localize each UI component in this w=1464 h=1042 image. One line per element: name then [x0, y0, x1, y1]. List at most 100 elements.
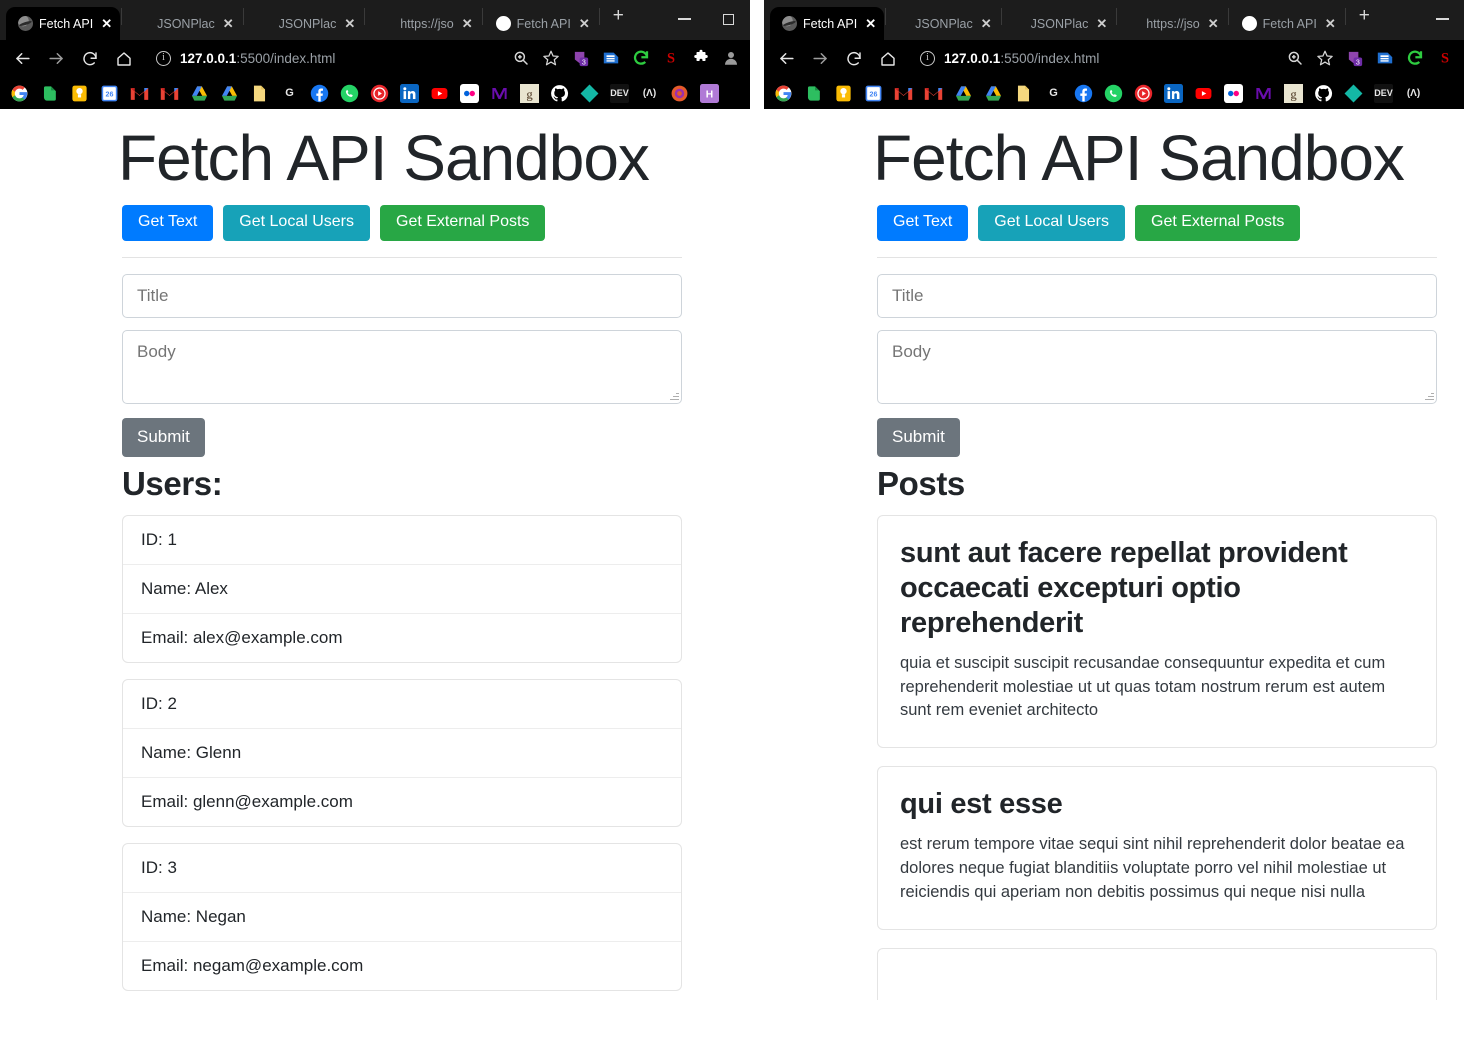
gmail-alt-icon[interactable]: [160, 84, 179, 103]
linkedin-icon[interactable]: [400, 83, 419, 103]
docs-icon[interactable]: [250, 84, 269, 103]
flickr-icon[interactable]: [1224, 83, 1243, 103]
evernote-clipper-icon[interactable]: [602, 49, 622, 69]
goodreads-icon[interactable]: g: [1284, 83, 1303, 103]
forward-arrow-icon[interactable]: [40, 43, 72, 75]
medium-icon[interactable]: [1254, 83, 1273, 103]
g-icon[interactable]: G: [1044, 84, 1063, 103]
reload-icon[interactable]: [74, 43, 106, 75]
back-arrow-icon[interactable]: [770, 43, 802, 75]
evernote-clipper-icon[interactable]: [1376, 49, 1396, 69]
tab-close-icon[interactable]: ✕: [1096, 17, 1107, 30]
drive-alt-icon[interactable]: [984, 84, 1003, 103]
drive-alt-icon[interactable]: [220, 84, 239, 103]
tab-close-icon[interactable]: ✕: [344, 17, 355, 30]
whatsapp-icon[interactable]: [1104, 84, 1123, 103]
profile-icon[interactable]: [722, 49, 742, 69]
body-textarea[interactable]: [877, 329, 1437, 404]
medium-icon[interactable]: [490, 83, 509, 103]
drive-icon[interactable]: [190, 84, 209, 103]
tab-close-icon[interactable]: ✕: [462, 17, 473, 30]
tab-fetch-api-active[interactable]: Fetch API ✕: [6, 7, 121, 40]
pocket-icon[interactable]: 3: [572, 49, 592, 69]
forward-arrow-icon[interactable]: [804, 43, 836, 75]
tab-close-icon[interactable]: ✕: [1325, 17, 1336, 30]
github-icon[interactable]: [550, 84, 569, 103]
get-external-posts-button[interactable]: Get External Posts: [1135, 204, 1301, 241]
submit-button[interactable]: Submit: [122, 417, 205, 457]
tab-close-icon[interactable]: ✕: [223, 17, 234, 30]
home-icon[interactable]: [108, 43, 140, 75]
dev-icon[interactable]: DEV: [610, 83, 629, 103]
tab-jsonplaceholder-1[interactable]: JSONPlac ✕: [123, 7, 242, 40]
tab-close-icon[interactable]: ✕: [865, 17, 876, 30]
body-textarea[interactable]: [122, 329, 682, 404]
info-icon[interactable]: [920, 51, 935, 66]
title-input[interactable]: [122, 273, 682, 318]
goodreads-icon[interactable]: g: [520, 83, 539, 103]
player-icon[interactable]: [1134, 84, 1153, 103]
tab-fetch-api-2[interactable]: Fetch API ✕: [484, 7, 598, 40]
flickr-icon[interactable]: [460, 83, 479, 103]
evernote-icon[interactable]: [804, 84, 823, 103]
new-tab-button[interactable]: +: [601, 6, 636, 34]
github-icon[interactable]: [1314, 84, 1333, 103]
info-icon[interactable]: [156, 51, 171, 66]
get-text-button[interactable]: Get Text: [877, 204, 969, 241]
firefox-icon[interactable]: [670, 84, 689, 103]
g-icon[interactable]: G: [280, 84, 299, 103]
tab-close-icon[interactable]: ✕: [101, 17, 112, 30]
tab-jsonplaceholder-2[interactable]: JSONPlac ✕: [245, 7, 364, 40]
whatsapp-icon[interactable]: [340, 84, 359, 103]
tab-jsonplaceholder-url[interactable]: https://jso ✕: [366, 7, 480, 40]
docs-icon[interactable]: [1014, 84, 1033, 103]
puzzle-extensions-icon[interactable]: [692, 49, 712, 69]
bookmark-star-icon[interactable]: [542, 49, 562, 69]
linkedin-icon[interactable]: [1164, 83, 1183, 103]
pocket-icon[interactable]: 3: [1346, 49, 1366, 69]
refresh-extension-icon[interactable]: [1406, 49, 1426, 69]
keep-icon[interactable]: [70, 84, 89, 103]
tab-jsonplaceholder-1[interactable]: JSONPlac ✕: [887, 7, 1000, 40]
diamond-icon[interactable]: [580, 84, 599, 103]
drive-icon[interactable]: [954, 84, 973, 103]
bookmark-star-icon[interactable]: [1316, 49, 1336, 69]
refresh-extension-icon[interactable]: [632, 49, 652, 69]
evernote-icon[interactable]: [40, 84, 59, 103]
tab-close-icon[interactable]: ✕: [579, 17, 590, 30]
address-bar-left[interactable]: 127.0.0.1:5500/index.html: [142, 45, 500, 73]
zoom-search-icon[interactable]: [512, 49, 532, 69]
home-icon[interactable]: [872, 43, 904, 75]
minimize-icon[interactable]: [662, 11, 706, 26]
get-text-button[interactable]: Get Text: [122, 204, 214, 241]
get-external-posts-button[interactable]: Get External Posts: [380, 204, 546, 241]
calendar-icon[interactable]: 26: [100, 84, 119, 103]
facebook-icon[interactable]: [1074, 84, 1093, 103]
a-icon[interactable]: (Λ): [640, 84, 659, 103]
h-icon[interactable]: H: [700, 83, 719, 103]
calendar-icon[interactable]: 26: [864, 84, 883, 103]
address-bar-right[interactable]: 127.0.0.1:5500/index.html: [906, 45, 1274, 73]
tab-jsonplaceholder-url[interactable]: https://jso ✕: [1118, 7, 1226, 40]
keep-icon[interactable]: [834, 84, 853, 103]
tab-fetch-api-2[interactable]: Fetch API ✕: [1230, 7, 1344, 40]
back-arrow-icon[interactable]: [6, 43, 38, 75]
maximize-icon[interactable]: [706, 11, 750, 26]
tab-jsonplaceholder-2[interactable]: JSONPlac ✕: [1003, 7, 1116, 40]
title-input[interactable]: [877, 273, 1437, 318]
tab-close-icon[interactable]: ✕: [981, 17, 992, 30]
facebook-icon[interactable]: [310, 84, 329, 103]
minimize-icon[interactable]: [1420, 11, 1464, 26]
new-tab-button[interactable]: +: [1347, 6, 1382, 34]
diamond-icon[interactable]: [1344, 84, 1363, 103]
s-extension-icon[interactable]: S: [1436, 49, 1456, 69]
tab-close-icon[interactable]: ✕: [1208, 17, 1219, 30]
submit-button[interactable]: Submit: [877, 417, 960, 457]
google-icon[interactable]: [10, 84, 29, 103]
zoom-search-icon[interactable]: [1286, 49, 1306, 69]
tab-fetch-api-active[interactable]: Fetch API ✕: [770, 7, 885, 40]
get-local-users-button[interactable]: Get Local Users: [978, 204, 1126, 241]
s-extension-icon[interactable]: S: [662, 49, 682, 69]
gmail-icon[interactable]: [130, 84, 149, 103]
youtube-icon[interactable]: [1194, 84, 1213, 103]
